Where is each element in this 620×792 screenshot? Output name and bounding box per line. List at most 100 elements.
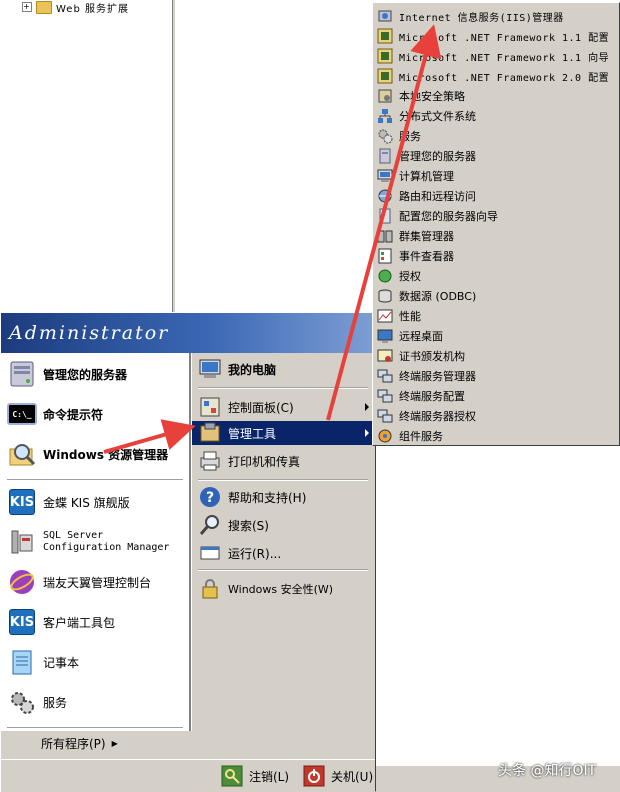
right-label: 我的电脑 [228, 362, 277, 377]
watermark: 头条 @知行OIT [498, 763, 597, 779]
submenu-item-remote-desktop[interactable]: 远程桌面 [377, 326, 443, 346]
printer-icon [198, 449, 222, 473]
submenu-label: Microsoft .NET Framework 1.1 配置 [399, 32, 610, 44]
dotnet-config-icon [377, 28, 393, 44]
pinned-windows-explorer[interactable]: Windows 资源管理器 [7, 439, 168, 469]
right-control-panel[interactable]: 控制面板(C) [198, 395, 294, 419]
sql-config-icon [7, 527, 37, 557]
recent-kis-flagship[interactable]: KIS 金蝶 KIS 旗舰版 [7, 487, 130, 517]
submenu-label: 数据源 (ODBC) [399, 290, 477, 303]
submenu-label: 分布式文件系统 [399, 110, 476, 123]
submenu-item-netfx20-config[interactable]: Microsoft .NET Framework 2.0 配置 [377, 66, 609, 86]
submenu-item-configure-server-wizard[interactable]: 配置您的服务器向导 [377, 206, 498, 226]
arrow-right-icon: ▶ [111, 739, 118, 748]
submenu-item-performance[interactable]: 性能 [377, 306, 421, 326]
start-menu: Administrator 管理您的服务器 C:\_ 命令提示符 Windows… [0, 312, 376, 792]
right-label: 打印机和传真 [228, 454, 301, 469]
submenu-item-services[interactable]: 服务 [377, 126, 421, 146]
submenu-label: 终端服务配置 [399, 390, 465, 403]
recent-client-toolkit[interactable]: KIS 客户端工具包 [7, 607, 115, 637]
right-label: 帮助和支持(H) [228, 490, 307, 505]
kis-icon: KIS [7, 607, 37, 637]
recent-services[interactable]: 服务 [7, 687, 67, 717]
explorer-tree-pane: + Web 服务扩展 [0, 0, 172, 312]
right-help[interactable]: ? 帮助和支持(H) [198, 485, 306, 509]
all-programs-label: 所有程序(P) [41, 737, 106, 751]
wizard-icon [377, 208, 393, 224]
recent-label: 客户端工具包 [43, 615, 116, 630]
recent-label: 金蝶 KIS 旗舰版 [43, 495, 130, 510]
pinned-label: 命令提示符 [43, 407, 104, 422]
submenu-item-ts-manager[interactable]: 终端服务管理器 [377, 366, 476, 386]
help-icon: ? [198, 485, 222, 509]
submenu-item-netfx11-config[interactable]: Microsoft .NET Framework 1.1 配置 [377, 26, 609, 46]
routing-icon [377, 188, 393, 204]
submenu-label: Microsoft .NET Framework 2.0 配置 [399, 72, 610, 84]
shutdown-label: 关机(U) [331, 769, 374, 784]
recent-notepad[interactable]: 记事本 [7, 647, 79, 677]
recent-label: 瑞友天翼管理控制台 [43, 575, 152, 590]
submenu-label: 组件服务 [399, 430, 443, 443]
submenu-item-odbc[interactable]: 数据源 (ODBC) [377, 286, 476, 306]
logoff-label: 注销(L) [249, 769, 290, 784]
right-label: 搜索(S) [228, 518, 269, 533]
right-my-computer[interactable]: 我的电脑 [198, 357, 276, 381]
submenu-item-cluster-manager[interactable]: 群集管理器 [377, 226, 454, 246]
user-banner: Administrator [1, 313, 375, 353]
performance-icon [377, 308, 393, 324]
submenu-item-certificate-authority[interactable]: 证书颁发机构 [377, 346, 465, 366]
submenu-item-ts-config[interactable]: 终端服务配置 [377, 386, 465, 406]
submenu-item-licensing[interactable]: 授权 [377, 266, 421, 286]
submenu-item-ts-licensing[interactable]: 终端服务器授权 [377, 406, 476, 426]
odbc-icon [377, 288, 393, 304]
key-icon [221, 765, 243, 787]
recent-label: 记事本 [43, 655, 80, 670]
right-run[interactable]: 运行(R)... [198, 541, 281, 565]
submenu-item-iis[interactable]: Internet 信息服务(IIS)管理器 [377, 6, 564, 26]
all-programs-separator [7, 727, 183, 729]
pinned-manage-server[interactable]: 管理您的服务器 [7, 359, 127, 389]
security-policy-icon [377, 88, 393, 104]
right-separator [198, 479, 368, 481]
right-label: 运行(R)... [228, 546, 282, 561]
recent-ruiyou-console[interactable]: 瑞友天翼管理控制台 [7, 567, 151, 597]
submenu-item-manage-server[interactable]: 管理您的服务器 [377, 146, 476, 166]
pinned-command-prompt[interactable]: C:\_ 命令提示符 [7, 399, 103, 429]
recent-sql-config-manager[interactable]: SQL Server Configuration Manager [7, 527, 169, 557]
user-name: Administrator [9, 322, 170, 344]
admin-tools-icon [198, 421, 222, 445]
right-search[interactable]: 搜索(S) [198, 513, 269, 537]
right-printers[interactable]: 打印机和传真 [198, 449, 300, 473]
shutdown-button[interactable]: 关机(U) [303, 765, 373, 787]
submenu-item-local-security[interactable]: 本地安全策略 [377, 86, 465, 106]
submenu-item-computer-management[interactable]: 计算机管理 [377, 166, 454, 186]
gears-icon [7, 687, 37, 717]
tree-item-web-service-extensions[interactable]: + Web 服务扩展 [22, 0, 129, 15]
pinned-label: Windows 资源管理器 [43, 447, 169, 462]
recent-label: 服务 [43, 695, 68, 710]
submenu-item-event-viewer[interactable]: 事件查看器 [377, 246, 454, 266]
all-programs-button[interactable]: 所有程序(P) ▶ [41, 735, 118, 752]
logoff-button[interactable]: 注销(L) [221, 765, 289, 787]
submenu-label: 远程桌面 [399, 330, 443, 343]
computer-icon [198, 357, 222, 381]
terminal-services-icon [377, 408, 393, 424]
server-icon [7, 359, 37, 389]
submenu-arrow-icon [365, 403, 369, 411]
submenu-item-netfx11-wizard[interactable]: Microsoft .NET Framework 1.1 向导 [377, 46, 609, 66]
submenu-label: 授权 [399, 270, 421, 283]
submenu-arrow-icon [365, 429, 369, 437]
right-admin-tools[interactable]: 管理工具 [198, 421, 276, 445]
pane-splitter[interactable] [172, 0, 176, 312]
submenu-item-routing[interactable]: 路由和远程访问 [377, 186, 476, 206]
submenu-label: 群集管理器 [399, 230, 454, 243]
licensing-icon [377, 268, 393, 284]
submenu-label: 本地安全策略 [399, 90, 465, 103]
right-windows-security[interactable]: Windows 安全性(W) [198, 577, 333, 601]
kis-icon: KIS [7, 487, 37, 517]
pinned-label: 管理您的服务器 [43, 367, 128, 382]
dotnet-wizard-icon [377, 48, 393, 64]
submenu-item-dfs[interactable]: 分布式文件系统 [377, 106, 476, 126]
expand-icon[interactable]: + [22, 2, 32, 12]
submenu-item-component-services[interactable]: 组件服务 [377, 426, 443, 446]
